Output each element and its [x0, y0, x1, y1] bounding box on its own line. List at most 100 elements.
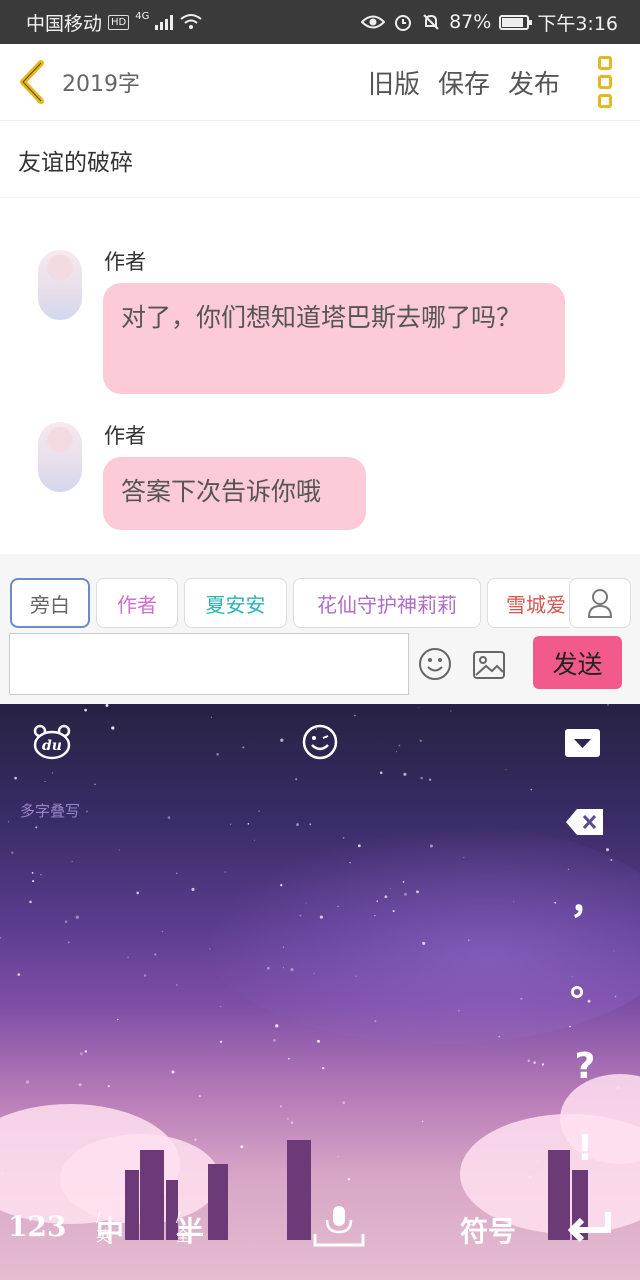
star-dot [161, 931, 163, 933]
back-button[interactable] [4, 44, 60, 121]
star-dot [614, 995, 617, 998]
star-dot [111, 726, 115, 730]
comma-key[interactable]: ， [570, 872, 606, 924]
star-dot [35, 826, 38, 829]
image-icon[interactable] [472, 650, 506, 680]
old-version-button[interactable]: 旧版 [368, 64, 420, 101]
star-dot [395, 751, 398, 753]
star-dot [247, 822, 250, 825]
star-dot [176, 984, 178, 986]
star-dot [29, 900, 32, 904]
period-key[interactable]: 。 [570, 954, 606, 1006]
star-dot [224, 871, 226, 873]
star-dot [541, 1063, 545, 1066]
star-dot [75, 915, 79, 919]
multi-char-mode-label[interactable]: 多字叠写 [20, 800, 80, 821]
star-dot [342, 837, 345, 839]
author-avatar [38, 422, 82, 492]
star-dot [127, 956, 129, 959]
publish-button[interactable]: 发布 [508, 64, 560, 101]
star-dot [513, 901, 515, 903]
star-dot [240, 1145, 244, 1149]
star-dot [402, 881, 405, 883]
star-dot [79, 1052, 83, 1056]
more-menu-button[interactable] [598, 56, 614, 108]
star-dot [290, 1121, 294, 1124]
star-dot [567, 868, 570, 871]
exclamation-key[interactable]: ! [570, 1128, 600, 1169]
role-manage-button[interactable] [569, 578, 631, 628]
star-dot [450, 710, 452, 712]
message-input[interactable] [9, 633, 409, 695]
message-author: 作者 [104, 250, 146, 274]
star-dot [610, 859, 613, 861]
star-dot [527, 1059, 530, 1062]
keyboard-bottom-row: 123 中/英 半/全 符号 [0, 1206, 640, 1252]
star-dot [171, 1070, 175, 1074]
backspace-icon[interactable] [565, 808, 605, 836]
star-dot [267, 966, 270, 970]
star-dot [458, 1010, 460, 1012]
role-chip[interactable]: 旁白 [10, 578, 90, 628]
handwriting-keyboard[interactable]: du 多字叠写 ， 。 ? ! 123 中/英 半/全 符号 [0, 704, 640, 1280]
star-dot [505, 768, 507, 771]
star-dot [418, 707, 420, 709]
role-chip[interactable]: 夏安安 [184, 578, 287, 628]
star-dot [78, 1083, 82, 1087]
star-dot [295, 778, 298, 781]
star-dot [198, 1095, 201, 1098]
english-sublabel: /英 [96, 1210, 110, 1245]
star-dot [355, 975, 357, 977]
person-icon [587, 589, 613, 618]
star-dot [419, 739, 422, 742]
star-dot [296, 823, 299, 827]
role-chip[interactable]: 雪城爱 [487, 578, 570, 628]
star-dot [354, 714, 356, 717]
star-dot [337, 1156, 339, 1158]
star-dot [520, 997, 523, 1000]
star-dot [275, 1024, 279, 1028]
numeric-key[interactable]: 123 [8, 1210, 66, 1243]
star-dot [64, 920, 68, 924]
star-dot [286, 1117, 289, 1120]
star-dot [209, 948, 211, 950]
role-chip[interactable]: 作者 [96, 578, 178, 628]
star-dot [299, 914, 302, 917]
star-dot [154, 953, 157, 956]
wifi-icon [180, 14, 202, 29]
star-dot [40, 874, 42, 876]
save-button[interactable]: 保存 [438, 64, 490, 101]
star-dot [25, 1080, 30, 1084]
star-dot [279, 1105, 282, 1108]
role-selector: 旁白 作者 夏安安 花仙守护神莉莉 雪城爱 [10, 578, 570, 628]
star-dot [17, 973, 21, 976]
star-dot [211, 716, 213, 718]
question-key[interactable]: ? [570, 1046, 600, 1087]
role-chip[interactable]: 花仙守护神莉莉 [293, 578, 481, 628]
story-title[interactable]: 友谊的破碎 [0, 122, 640, 198]
hide-keyboard-icon[interactable] [564, 728, 601, 758]
star-dot [258, 810, 261, 813]
star-dot [280, 884, 283, 887]
full-sublabel: /全 [176, 1210, 190, 1245]
author-avatar [38, 250, 82, 320]
star-dot [463, 857, 465, 859]
star-dot [349, 862, 351, 864]
star-dot [280, 738, 284, 742]
star-dot [107, 1084, 110, 1088]
emoji-icon[interactable] [418, 647, 452, 681]
enter-icon[interactable] [568, 1210, 614, 1244]
symbols-key[interactable]: 符号 [460, 1210, 516, 1250]
send-button[interactable]: 发送 [533, 636, 622, 689]
star-dot [94, 783, 96, 786]
star-dot [118, 849, 120, 851]
star-dot [305, 902, 307, 904]
star-dot [273, 1039, 276, 1042]
star-dot [337, 905, 339, 907]
star-dot [44, 780, 46, 783]
du-logo-icon[interactable]: du [32, 724, 72, 760]
emoji-panel-icon[interactable] [302, 724, 338, 760]
space-microphone-icon[interactable] [313, 1204, 365, 1248]
star-dot [283, 946, 285, 948]
battery-fill [502, 17, 524, 27]
